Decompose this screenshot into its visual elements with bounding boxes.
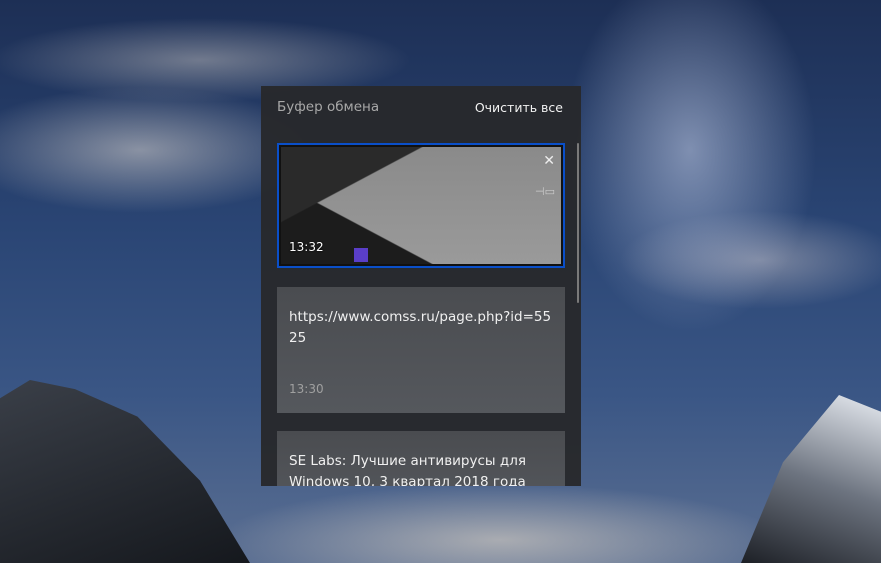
item-text: https://www.comss.ru/page.php?id=5525 xyxy=(289,309,552,346)
background-mountain-left xyxy=(0,380,250,563)
clipboard-item-text[interactable]: https://www.comss.ru/page.php?id=5525 13… xyxy=(277,287,565,413)
thumbnail-detail xyxy=(354,248,368,262)
pin-icon[interactable]: ⊣▭ xyxy=(535,185,555,198)
clear-all-button[interactable]: Очистить все xyxy=(475,100,563,115)
panel-title: Буфер обмена xyxy=(277,99,380,115)
close-icon[interactable]: ✕ xyxy=(543,153,555,169)
clipboard-history-panel: Буфер обмена Очистить все 13:32 ✕ ⊣▭ htt… xyxy=(261,86,581,486)
clipboard-item-image[interactable]: 13:32 ✕ ⊣▭ xyxy=(277,143,565,268)
item-time: 13:30 xyxy=(289,382,324,396)
background-mountain-right xyxy=(741,395,881,563)
clipboard-item-text[interactable]: SE Labs: Лучшие антивирусы для Windows 1… xyxy=(277,431,565,486)
item-time: 13:32 xyxy=(289,240,324,254)
scrollbar[interactable] xyxy=(577,143,579,303)
item-text: SE Labs: Лучшие антивирусы для Windows 1… xyxy=(289,453,526,486)
